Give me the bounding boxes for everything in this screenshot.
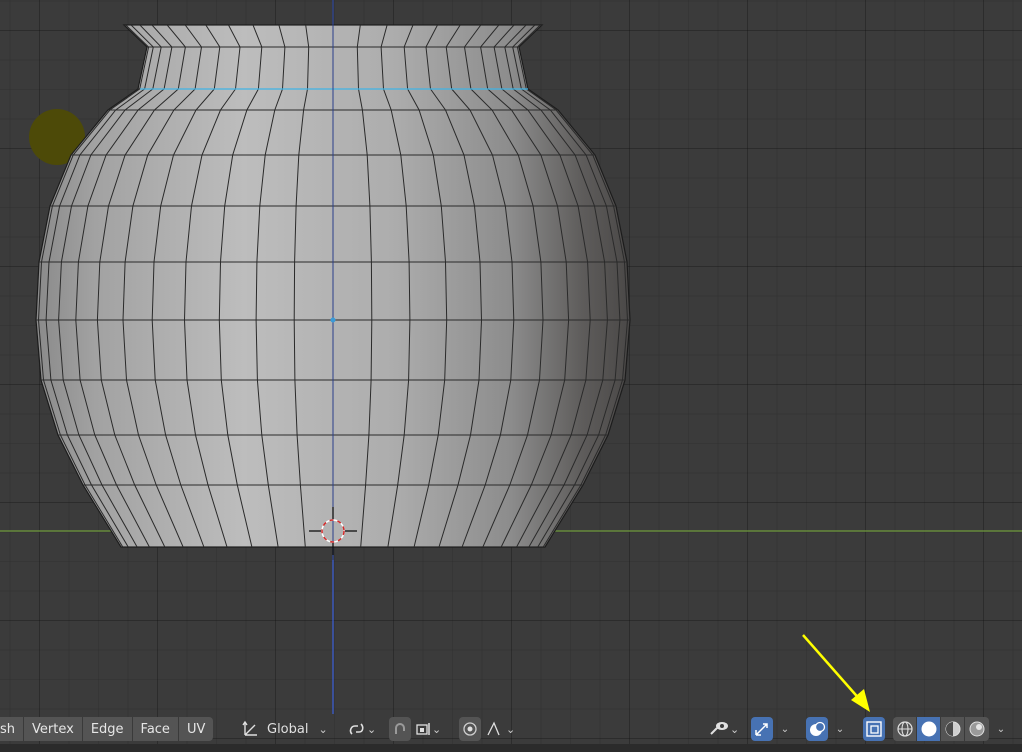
status-bar: [0, 744, 1022, 752]
solid-shading-icon: [921, 721, 936, 737]
transform-orientation-dropdown[interactable]: Global ⌄: [242, 717, 328, 741]
xray-toggle[interactable]: [863, 717, 885, 741]
overlays-dropdown[interactable]: ⌄: [834, 717, 846, 741]
falloff-dropdown[interactable]: ⌄: [486, 717, 515, 741]
transform-orientation-label: Global: [267, 721, 309, 737]
material-shading-icon: [945, 721, 960, 737]
snap-magnet-icon: [395, 723, 405, 734]
vertex-select-button[interactable]: Vertex: [24, 717, 83, 741]
material-shading-button[interactable]: [941, 717, 965, 741]
viewport-header: sh Vertex Edge Face UV Global ⌄ ⌄ ⌄ ⌄ ⌄ …: [0, 714, 1022, 744]
pot-mesh[interactable]: [35, 0, 631, 560]
chevron-down-icon: ⌄: [835, 723, 845, 735]
chevron-down-icon: ⌄: [780, 723, 790, 735]
chevron-down-icon: ⌄: [432, 722, 442, 736]
chevron-down-icon: ⌄: [996, 723, 1006, 735]
chevron-down-icon: ⌄: [730, 722, 740, 736]
snap-increment-icon: [416, 723, 430, 735]
object-origin: [330, 317, 336, 323]
3d-viewport[interactable]: sh Vertex Edge Face UV Global ⌄ ⌄ ⌄ ⌄ ⌄ …: [0, 0, 1022, 752]
wireframe-shading-icon: [896, 721, 913, 737]
proportional-editing-toggle[interactable]: [459, 717, 481, 741]
shading-mode-group: [893, 717, 989, 741]
rendered-shading-button[interactable]: [965, 717, 989, 741]
transform-orientation-icon: [242, 720, 257, 736]
gizmo-toggle[interactable]: [751, 717, 773, 741]
mode-menu[interactable]: sh: [0, 717, 25, 741]
rendered-shading-icon: [969, 721, 985, 737]
xray-toggle-icon: [866, 721, 882, 737]
falloff-curve-icon: [487, 721, 500, 736]
snap-toggle[interactable]: [389, 717, 411, 741]
face-select-button[interactable]: Face: [132, 717, 179, 741]
snap-target-dropdown[interactable]: ⌄: [414, 717, 441, 741]
solid-shading-button[interactable]: [917, 717, 941, 741]
overlays-icon: [810, 721, 826, 736]
object-visibility-icon: [710, 722, 728, 735]
annotation-arrow: [802, 634, 870, 712]
shading-dropdown[interactable]: ⌄: [995, 717, 1007, 741]
chevron-down-icon: ⌄: [318, 722, 328, 736]
select-mode-group: sh Vertex Edge Face UV: [0, 717, 214, 741]
gizmo-dropdown[interactable]: ⌄: [779, 717, 791, 741]
gizmo-icon: [755, 723, 768, 736]
pivot-point-dropdown[interactable]: ⌄: [347, 717, 376, 741]
proportional-editing-icon: [463, 722, 477, 736]
chevron-down-icon: ⌄: [506, 722, 516, 736]
pivot-point-icon: [349, 723, 364, 735]
edge-select-button[interactable]: Edge: [82, 717, 133, 741]
chevron-down-icon: ⌄: [367, 722, 377, 736]
overlays-toggle[interactable]: [806, 717, 828, 741]
visibility-dropdown[interactable]: ⌄: [708, 717, 739, 741]
wireframe-shading-button[interactable]: [893, 717, 917, 741]
uv-menu[interactable]: UV: [178, 717, 214, 741]
scene-render: [0, 0, 1022, 714]
